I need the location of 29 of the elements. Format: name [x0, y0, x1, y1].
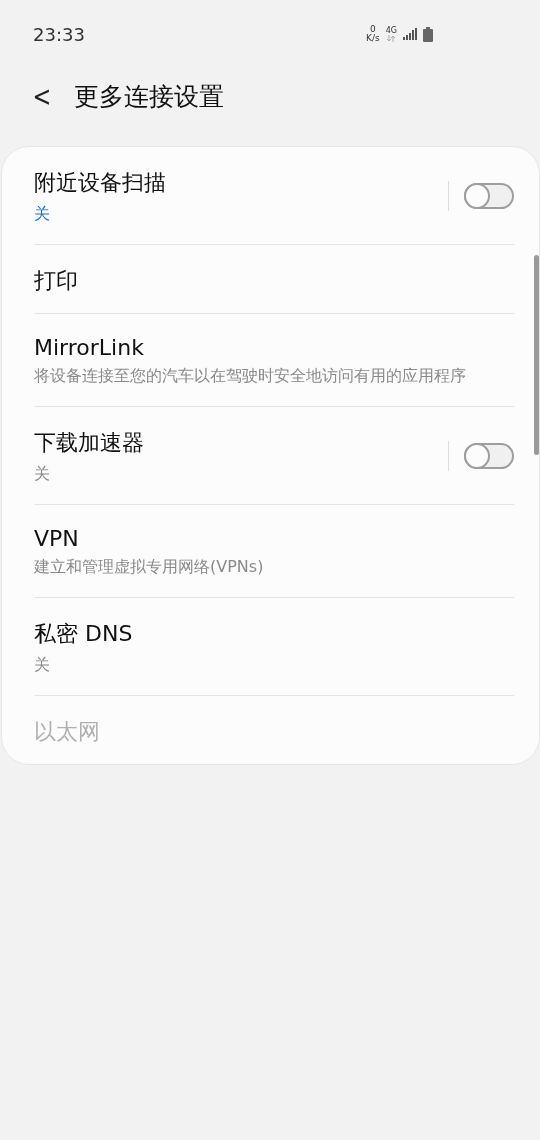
- settings-item[interactable]: 下载加速器 关: [34, 407, 514, 505]
- clock-time: 23:33: [33, 23, 85, 45]
- settings-item[interactable]: VPN 建立和管理虚拟专用网络(VPNs): [34, 505, 514, 598]
- item-summary: 关: [34, 203, 51, 225]
- item-title: 打印: [34, 267, 79, 295]
- item-title: 私密 DNS: [34, 620, 134, 648]
- item-title: 附近设备扫描: [34, 169, 167, 197]
- network-type: 4G: [385, 26, 397, 35]
- item-title: 下载加速器: [34, 429, 145, 457]
- signal-icon: [403, 28, 417, 40]
- settings-item[interactable]: 附近设备扫描 关: [34, 147, 514, 245]
- net-speed-unit: K/s: [366, 34, 380, 43]
- settings-item[interactable]: 私密 DNS 关: [34, 598, 514, 696]
- toggle-switch[interactable]: [464, 442, 514, 469]
- battery-icon: [423, 26, 433, 42]
- item-title: VPN: [34, 526, 80, 551]
- back-button[interactable]: <: [32, 79, 52, 113]
- item-title: 以太网: [34, 718, 101, 746]
- page-title: 更多连接设置: [74, 80, 224, 113]
- settings-item[interactable]: MirrorLink 将设备连接至您的汽车以在驾驶时安全地访问有用的应用程序: [34, 314, 514, 407]
- item-summary: 将设备连接至您的汽车以在驾驶时安全地访问有用的应用程序: [34, 365, 467, 387]
- toggle-switch[interactable]: [464, 182, 514, 209]
- item-summary: 关: [34, 654, 51, 676]
- item-summary: 关: [34, 463, 51, 485]
- settings-item[interactable]: 打印: [34, 245, 514, 314]
- data-arrows-icon: [386, 34, 397, 42]
- net-speed-value: 0: [370, 25, 376, 34]
- item-summary: 建立和管理虚拟专用网络(VPNs): [34, 556, 265, 578]
- item-title: MirrorLink: [34, 335, 145, 360]
